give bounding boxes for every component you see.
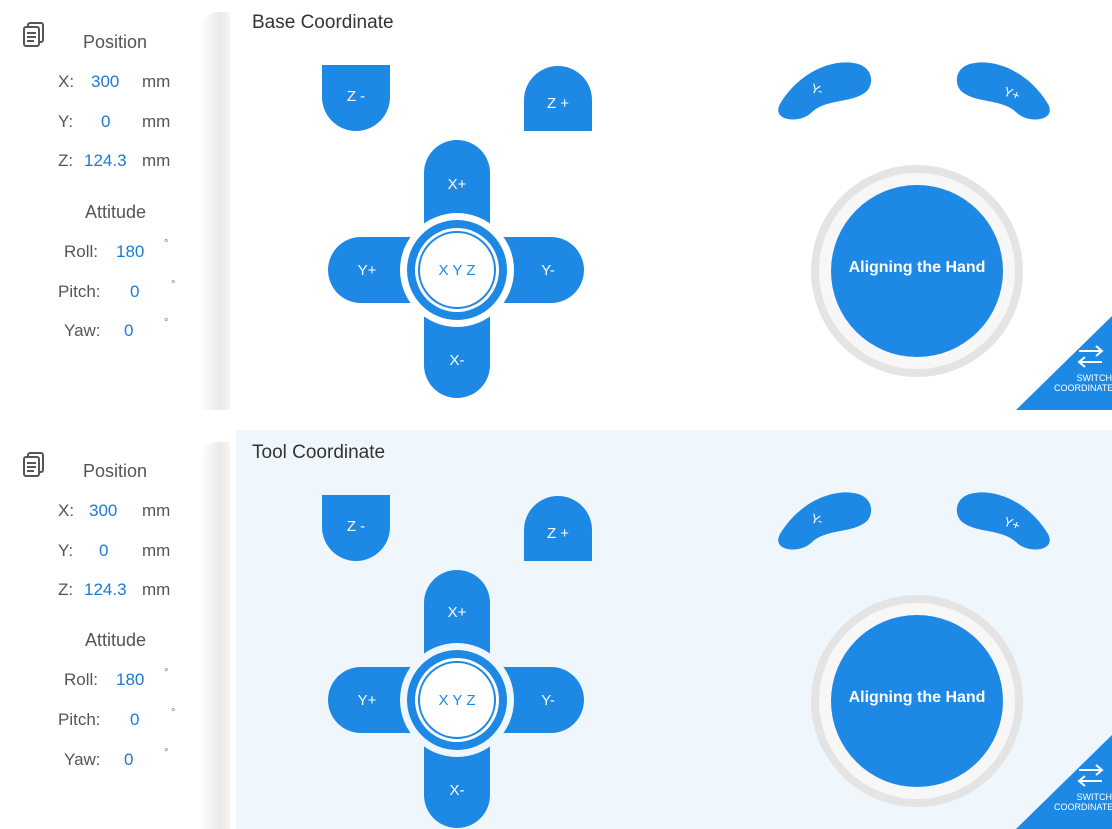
z-plus-label: Z + <box>546 525 570 542</box>
position-readout: Position X: 300 mm Y: 0 mm Z: 124.3 mm A… <box>0 430 200 829</box>
z-unit: mm <box>142 580 171 599</box>
aligning-hand-label: Aligning the Hand <box>848 689 986 706</box>
yaw-value: 0 <box>124 321 134 340</box>
roll-value: 180 <box>116 670 145 689</box>
jog-controls-graphic <box>322 62 1112 410</box>
y-plus-label: Y+ <box>357 692 377 709</box>
jog-control-area: Tool Coordinate Z - Z + X+ X- Y+ Y- X Y … <box>236 430 1112 829</box>
y-minus-label: Y- <box>541 692 555 709</box>
z-plus-label: Z + <box>546 95 570 112</box>
roll-unit: ° <box>164 667 169 679</box>
position-heading: Position <box>83 32 148 52</box>
pitch-value: 0 <box>130 710 140 729</box>
position-heading: Position <box>83 461 148 481</box>
document-lines-icon[interactable] <box>23 452 45 478</box>
pitch-value: 0 <box>130 282 140 301</box>
z-minus-label: Z - <box>346 518 366 535</box>
pitch-label: Pitch: <box>58 282 101 301</box>
z-unit: mm <box>142 151 171 170</box>
document-lines-icon[interactable] <box>23 22 45 48</box>
jog-control-area: Base Coordinate Z - Z + X+ X- Y+ Y- X Y … <box>236 0 1112 410</box>
x-label: X: <box>58 501 75 520</box>
yaw-label: Yaw: <box>64 750 101 769</box>
yaw-value: 0 <box>124 750 134 769</box>
x-value: 300 <box>91 72 120 91</box>
yaw-label: Yaw: <box>64 321 101 340</box>
y-minus-label: Y- <box>541 262 555 279</box>
y-unit: mm <box>142 541 171 560</box>
y-label: Y: <box>58 541 74 560</box>
pitch-label: Pitch: <box>58 710 101 729</box>
yaw-unit: ° <box>164 747 169 759</box>
y-value: 0 <box>101 112 111 131</box>
z-minus-label: Z - <box>346 88 366 105</box>
switch-label-line2: COORDINATE <box>1054 802 1112 812</box>
xyz-center-label: X Y Z <box>438 262 476 279</box>
base-coordinate-panel: Position X: 300 mm Y: 0 mm Z: 124.3 mm A… <box>0 0 1112 410</box>
switch-coordinate-label: SWITCH COORDINATE <box>1054 792 1112 812</box>
yaw-unit: ° <box>164 317 169 329</box>
switch-label-line1: SWITCH <box>1076 792 1112 802</box>
roll-label: Roll: <box>64 242 99 261</box>
panel-divider <box>200 12 230 410</box>
x-unit: mm <box>142 501 171 520</box>
x-plus-label: X+ <box>447 176 467 193</box>
panel-divider <box>200 442 230 829</box>
z-value: 124.3 <box>84 151 127 170</box>
switch-label-line2: COORDINATE <box>1054 383 1112 393</box>
roll-value: 180 <box>116 242 145 261</box>
y-unit: mm <box>142 112 171 131</box>
x-value: 300 <box>89 501 118 520</box>
z-value: 124.3 <box>84 580 127 599</box>
xyz-center-label: X Y Z <box>438 692 476 709</box>
roll-label: Roll: <box>64 670 99 689</box>
z-label: Z: <box>58 151 74 170</box>
y-plus-label: Y+ <box>357 262 377 279</box>
position-readout: Position X: 300 mm Y: 0 mm Z: 124.3 mm A… <box>0 0 200 410</box>
aligning-hand-label: Aligning the Hand <box>848 259 986 276</box>
attitude-heading: Attitude <box>85 630 147 650</box>
x-minus-label: X- <box>449 782 465 799</box>
z-label: Z: <box>58 580 74 599</box>
attitude-heading: Attitude <box>85 202 147 222</box>
y-value: 0 <box>99 541 109 560</box>
x-minus-label: X- <box>449 352 465 369</box>
roll-unit: ° <box>164 238 169 250</box>
switch-label-line1: SWITCH <box>1076 373 1112 383</box>
pitch-unit: ° <box>171 279 176 291</box>
tool-coordinate-panel: Position X: 300 mm Y: 0 mm Z: 124.3 mm A… <box>0 430 1112 829</box>
pitch-unit: ° <box>171 707 176 719</box>
x-unit: mm <box>142 72 171 91</box>
x-label: X: <box>58 72 75 91</box>
y-label: Y: <box>58 112 74 131</box>
switch-coordinate-label: SWITCH COORDINATE <box>1054 373 1112 393</box>
x-plus-label: X+ <box>447 604 467 621</box>
jog-controls-graphic <box>322 492 1112 829</box>
